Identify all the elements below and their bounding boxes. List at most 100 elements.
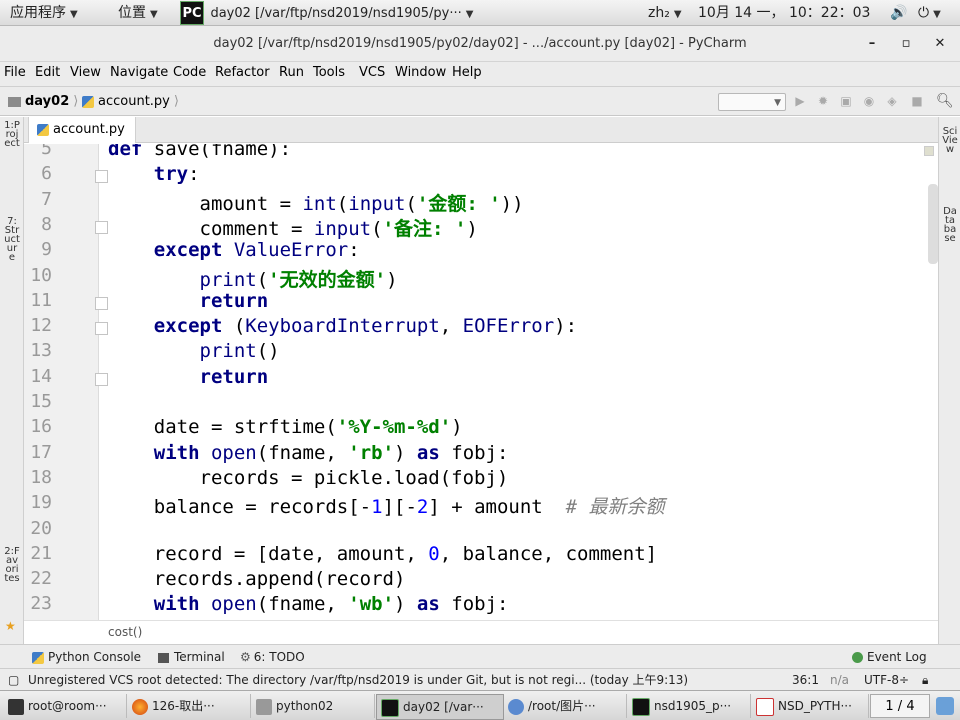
coverage-icon[interactable]: ▣ xyxy=(839,94,853,108)
menu-view[interactable]: View xyxy=(70,62,101,86)
show-desktop-icon[interactable] xyxy=(936,697,954,715)
menu-edit[interactable]: Edit xyxy=(35,62,60,86)
clock[interactable]: 10月 14 一， 10：22：03 xyxy=(698,0,870,26)
code-line[interactable]: comment = input('备注: ') xyxy=(108,214,478,241)
chevron-right-icon: ⟩ xyxy=(73,94,79,109)
breadcrumb-project[interactable]: day02 ⟩ xyxy=(8,87,78,117)
profile-icon[interactable]: ◉ xyxy=(862,94,876,108)
code-breadcrumb[interactable]: cost() xyxy=(108,621,142,643)
editor-tab-bar: account.py xyxy=(24,117,938,143)
stop-icon[interactable]: ■ xyxy=(910,94,924,108)
power-icon[interactable]: ⏻ ▼ xyxy=(918,0,941,26)
concurrency-icon[interactable]: ◈ xyxy=(885,94,899,108)
status-icon[interactable]: ▢ xyxy=(8,669,19,691)
terminal-icon xyxy=(158,652,169,663)
line-number: 19 xyxy=(30,492,52,514)
file-encoding[interactable]: UTF-8÷ xyxy=(864,669,909,691)
lock-icon[interactable]: 🔒︎ xyxy=(922,669,928,691)
menu-window[interactable]: Window xyxy=(395,62,446,86)
database-tool-button[interactable]: Database xyxy=(942,207,958,244)
status-message[interactable]: Unregistered VCS root detected: The dire… xyxy=(28,669,768,691)
gnome-top-bar: 应用程序 ▼ 位置 ▼ PC day02 [/var/ftp/nsd2019/nsd… xyxy=(0,0,960,26)
search-icon[interactable]: 🔍︎ xyxy=(936,94,954,108)
folder-icon xyxy=(256,698,272,715)
code-line[interactable]: balance = records[-1][-2] + amount # 最新余… xyxy=(108,492,665,519)
line-number: 5 xyxy=(41,144,52,159)
apps-menu[interactable]: 应用程序 ▼ xyxy=(10,0,78,26)
code-line[interactable]: return xyxy=(108,290,269,312)
event-log-button[interactable]: Event Log xyxy=(852,645,927,669)
menu-file[interactable]: File xyxy=(4,62,26,86)
sciview-tool-button[interactable]: SciView xyxy=(942,127,958,155)
project-tool-button[interactable]: 1:Project xyxy=(4,121,20,149)
favorites-tool-button[interactable]: 2:Favorites xyxy=(4,547,20,584)
task-image-viewer[interactable]: /root/图片··· xyxy=(504,694,627,718)
code-line[interactable]: with open(fname, 'rb') as fobj: xyxy=(108,442,509,464)
code-line[interactable]: with open(fname, 'wb') as fobj: xyxy=(108,593,509,615)
inspection-indicator[interactable] xyxy=(924,146,934,156)
line-number: 12 xyxy=(30,315,52,337)
fold-marker-icon[interactable] xyxy=(95,296,108,310)
fold-marker-icon[interactable] xyxy=(95,220,108,234)
task-terminal[interactable]: root@room··· xyxy=(4,694,127,718)
code-line[interactable]: date = strftime('%Y-%m-%d') xyxy=(108,416,463,438)
vertical-scrollbar[interactable] xyxy=(928,184,938,264)
task-pycharm-nsd1905[interactable]: nsd1905_p··· xyxy=(628,694,751,718)
structure-tool-button[interactable]: 7:Structure xyxy=(4,217,20,263)
close-button[interactable]: ✕ xyxy=(930,34,950,54)
code-line[interactable]: except ValueError: xyxy=(108,239,360,261)
task-pycharm[interactable]: day02 [/var··· xyxy=(376,694,504,720)
code-line[interactable]: amount = int(input('金额: ')) xyxy=(108,189,524,216)
workspace-pager[interactable]: 1 / 4 xyxy=(870,694,930,718)
pycharm-icon: PC xyxy=(180,1,204,25)
input-method-menu[interactable]: zh₂ ▼ xyxy=(648,0,682,26)
task-firefox[interactable]: 126-取出··· xyxy=(128,694,251,718)
maximize-button[interactable]: ▫ xyxy=(896,34,916,54)
line-number: 17 xyxy=(30,441,52,463)
chevron-right-icon: ⟩ xyxy=(173,94,179,109)
menu-navigate[interactable]: Navigate xyxy=(110,62,168,86)
fold-marker-icon[interactable] xyxy=(95,170,108,184)
event-log-icon xyxy=(852,652,863,663)
line-number: 11 xyxy=(30,289,52,311)
code-line[interactable]: records = pickle.load(fobj) xyxy=(108,467,509,489)
code-line[interactable]: record = [date, amount, 0, balance, comm… xyxy=(108,543,657,565)
code-line[interactable]: try: xyxy=(108,163,200,185)
menu-run[interactable]: Run xyxy=(279,62,304,86)
code-line[interactable]: return xyxy=(108,366,269,388)
caret-position[interactable]: 36:1 xyxy=(792,669,819,691)
python-console-button[interactable]: Python Console xyxy=(32,645,141,669)
fold-marker-icon[interactable] xyxy=(95,372,108,386)
fold-marker-icon[interactable] xyxy=(95,322,108,336)
line-number: 10 xyxy=(30,264,52,286)
code-line[interactable]: except (KeyboardInterrupt, EOFError): xyxy=(108,315,577,337)
code-line[interactable]: records.append(record) xyxy=(108,568,406,590)
run-icon[interactable]: ▶ xyxy=(793,94,807,108)
debug-icon[interactable]: ✹ xyxy=(816,94,830,108)
breadcrumb-file[interactable]: account.py ⟩ xyxy=(82,87,179,117)
code-editor[interactable]: 5 6 7 8 9 10 11 12 13 14 15 16 17 18 19 20 21 22 23 def sa… xyxy=(24,144,938,620)
menu-vcs[interactable]: VCS xyxy=(359,62,385,86)
code-line[interactable]: def save(fname): xyxy=(108,144,291,160)
minimize-button[interactable]: – xyxy=(862,34,882,54)
active-window-menu[interactable]: PC day02 [/var/ftp/nsd2019/nsd1905/py···… xyxy=(180,0,473,26)
menu-refactor[interactable]: Refactor xyxy=(215,62,270,86)
chevron-down-icon: ▼ xyxy=(465,9,474,20)
line-separator[interactable]: n/a xyxy=(830,669,849,691)
code-line[interactable]: print('无效的金额') xyxy=(108,265,398,292)
task-label: day02 [/var··· xyxy=(403,700,484,714)
terminal-label: Terminal xyxy=(174,650,225,664)
menu-tools[interactable]: Tools xyxy=(313,62,345,86)
places-menu[interactable]: 位置 ▼ xyxy=(118,0,158,26)
terminal-button[interactable]: Terminal xyxy=(158,645,225,669)
run-configuration-select[interactable]: ▼ xyxy=(718,93,786,111)
task-document[interactable]: NSD_PYTH··· xyxy=(752,694,869,718)
menu-help[interactable]: Help xyxy=(452,62,482,86)
python-icon xyxy=(32,651,44,664)
tab-account-py[interactable]: account.py xyxy=(28,117,136,143)
task-file-manager[interactable]: python02 xyxy=(252,694,375,718)
code-line[interactable]: print() xyxy=(108,340,280,362)
todo-button[interactable]: ⚙ 6: TODO xyxy=(240,645,305,669)
menu-code[interactable]: Code xyxy=(173,62,206,86)
volume-icon[interactable]: 🔊 xyxy=(890,0,907,26)
